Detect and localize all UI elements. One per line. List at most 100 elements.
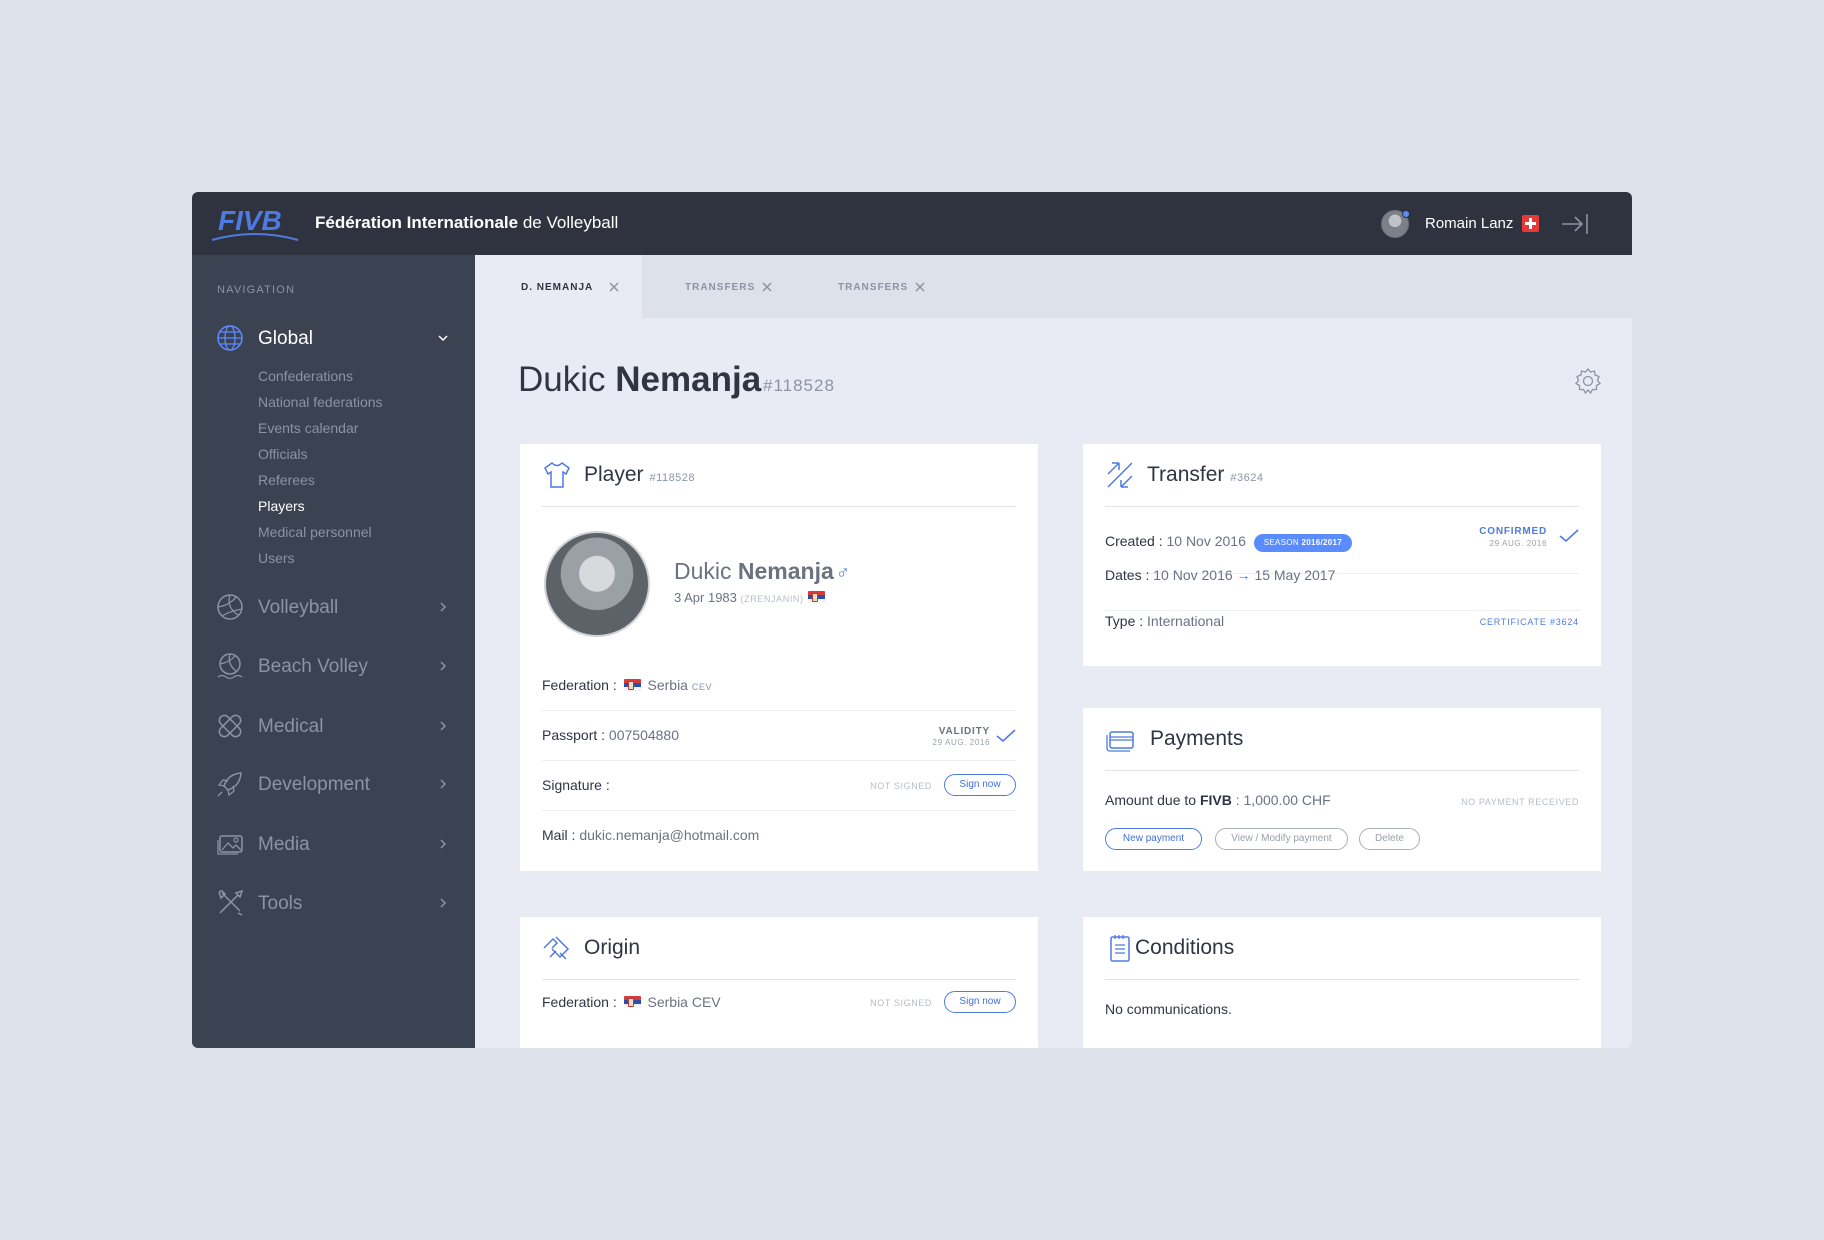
sidebar-subitem-referees[interactable]: Referees xyxy=(258,472,315,488)
page-id: #118528 xyxy=(763,376,835,395)
brand-title: Fédération Internationale de Volleyball xyxy=(315,213,619,232)
sign-now-button[interactable]: Sign now xyxy=(944,991,1016,1013)
sidebar-subitem-officials[interactable]: Officials xyxy=(258,446,308,462)
mail-row: Mail : dukic.nemanja@hotmail.com xyxy=(542,827,760,843)
tab-transfers-2[interactable]: TRANSFERS xyxy=(795,255,948,318)
close-icon[interactable] xyxy=(914,281,926,293)
dates-row: Dates : 10 Nov 2016 → 15 May 2017 xyxy=(1105,565,1579,611)
federation-row: Federation : Serbia CEV xyxy=(542,661,1016,711)
sidebar-subitem-players[interactable]: Players xyxy=(258,498,305,514)
not-signed-label: NOT SIGNED xyxy=(870,998,932,1008)
type-row: Type : International CERTIFICATE #3624 xyxy=(1105,613,1579,629)
sidebar-item-label: Global xyxy=(258,328,313,349)
arrow-right-icon: → xyxy=(1236,567,1251,583)
delete-button[interactable]: Delete xyxy=(1359,828,1420,850)
top-bar: FIVB Fédération Internationale de Volley… xyxy=(192,192,1632,255)
serbia-flag-icon xyxy=(623,996,641,1008)
card-title: Transfer #3624 xyxy=(1147,463,1264,486)
view-modify-payment-button[interactable]: View / Modify payment xyxy=(1215,828,1348,850)
close-icon[interactable] xyxy=(761,281,773,293)
tab-transfers[interactable]: TRANSFERS xyxy=(642,255,795,318)
bandage-icon xyxy=(218,714,242,738)
check-icon xyxy=(996,729,1016,743)
chevron-right-icon xyxy=(440,898,447,908)
serbia-flag-icon xyxy=(807,591,825,603)
tab-d-nemanja[interactable]: D. NEMANJA xyxy=(475,255,642,318)
sidebar-item-label: Tools xyxy=(258,893,303,914)
svg-text:FIVB: FIVB xyxy=(218,205,282,236)
shirt-icon xyxy=(544,462,570,488)
sidebar-item-media[interactable]: Media xyxy=(192,824,475,864)
chevron-right-icon xyxy=(440,779,447,789)
player-photo xyxy=(544,531,650,637)
logout-icon[interactable] xyxy=(1560,212,1590,236)
payments-card: Payments Amount due to FIVB : 1,000.00 C… xyxy=(1083,708,1601,871)
chevron-right-icon xyxy=(440,721,447,731)
page-title: Dukic Nemanja xyxy=(518,360,762,399)
tab-bar: D. NEMANJA TRANSFERS TRANSFERS xyxy=(475,255,1632,318)
close-icon[interactable] xyxy=(608,281,620,293)
origin-federation-row: Federation : Serbia CEV NOT SIGNED Sign … xyxy=(542,991,1016,1043)
card-header: Transfer #3624 xyxy=(1105,444,1579,507)
app-window: FIVB Fédération Internationale de Volley… xyxy=(192,192,1632,1048)
amount-due: Amount due to FIVB : 1,000.00 CHF xyxy=(1105,792,1331,808)
sidebar-item-medical[interactable]: Medical xyxy=(192,706,475,746)
validity-date: 29 AUG. 2016 xyxy=(932,738,990,747)
new-payment-button[interactable]: New payment xyxy=(1105,828,1202,850)
confirmed-label: CONFIRMED xyxy=(1479,526,1547,537)
chevron-right-icon xyxy=(440,602,447,612)
user-name[interactable]: Romain Lanz xyxy=(1425,215,1513,232)
conditions-text: No communications. xyxy=(1105,1001,1232,1017)
sidebar-subitem-medical-personnel[interactable]: Medical personnel xyxy=(258,524,372,540)
transfer-card: Transfer #3624 Created : 10 Nov 2016 SEAS… xyxy=(1083,444,1601,666)
nav-heading: NAVIGATION xyxy=(217,284,296,296)
sidebar-item-label: Media xyxy=(258,834,310,855)
globe-icon xyxy=(217,325,243,351)
sidebar-subitem-confederations[interactable]: Confederations xyxy=(258,368,353,384)
chevron-right-icon xyxy=(440,839,447,849)
fivb-logo[interactable]: FIVB xyxy=(210,202,300,246)
card-header: Origin xyxy=(542,917,1016,980)
sidebar-item-beach-volley[interactable]: Beach Volley xyxy=(192,646,475,686)
sidebar-item-development[interactable]: Development xyxy=(192,764,475,804)
tab-label: D. NEMANJA xyxy=(521,282,594,293)
sidebar-subitem-users[interactable]: Users xyxy=(258,550,295,566)
not-signed-label: NOT SIGNED xyxy=(870,781,932,791)
card-title: Payments xyxy=(1150,727,1244,750)
player-card: Player #118528 Dukic Nemanja ♂ 3 Apr 1983 … xyxy=(520,444,1038,871)
chevron-down-icon xyxy=(438,335,448,342)
serbia-flag-icon xyxy=(623,679,641,691)
sidebar-item-label: Beach Volley xyxy=(258,656,368,677)
sidebar-subitem-events-calendar[interactable]: Events calendar xyxy=(258,420,358,436)
tools-icon xyxy=(218,889,244,916)
rocket-icon xyxy=(217,772,242,797)
sidebar-item-global[interactable]: Global xyxy=(192,318,475,358)
conditions-card: Conditions No communications. xyxy=(1083,917,1601,1048)
sidebar-subitem-national-federations[interactable]: National federations xyxy=(258,394,383,410)
handshake-icon xyxy=(543,936,570,960)
card-title: Conditions xyxy=(1135,936,1235,959)
swiss-flag-icon xyxy=(1522,215,1539,232)
card-title: Origin xyxy=(584,936,641,959)
certificate-link[interactable]: CERTIFICATE #3624 xyxy=(1480,617,1579,627)
card-header: Conditions xyxy=(1105,917,1579,980)
wallet-icon xyxy=(1106,731,1134,752)
sidebar-item-tools[interactable]: Tools xyxy=(192,883,475,923)
notification-dot xyxy=(1402,210,1410,218)
sign-now-button[interactable]: Sign now xyxy=(944,774,1016,796)
check-icon xyxy=(1559,529,1579,543)
tab-label: TRANSFERS xyxy=(838,282,909,293)
chevron-right-icon xyxy=(440,661,447,671)
payment-status: NO PAYMENT RECEIVED xyxy=(1461,797,1579,807)
card-title: Player #118528 xyxy=(584,463,696,486)
image-icon xyxy=(217,835,243,855)
player-name: Dukic Nemanja ♂ xyxy=(674,558,851,584)
mail-link[interactable]: dukic.nemanja@hotmail.com xyxy=(579,827,759,843)
gear-icon[interactable] xyxy=(1574,367,1602,395)
sidebar-item-volleyball[interactable]: Volleyball xyxy=(192,587,475,627)
transfer-arrows-icon xyxy=(1107,462,1133,488)
season-badge: SEASON 2016/2017 xyxy=(1253,534,1352,552)
sidebar-item-label: Volleyball xyxy=(258,597,339,618)
beach-volley-icon xyxy=(217,653,243,680)
player-birth: 3 Apr 1983 (ZRENJANIN) xyxy=(674,590,828,605)
